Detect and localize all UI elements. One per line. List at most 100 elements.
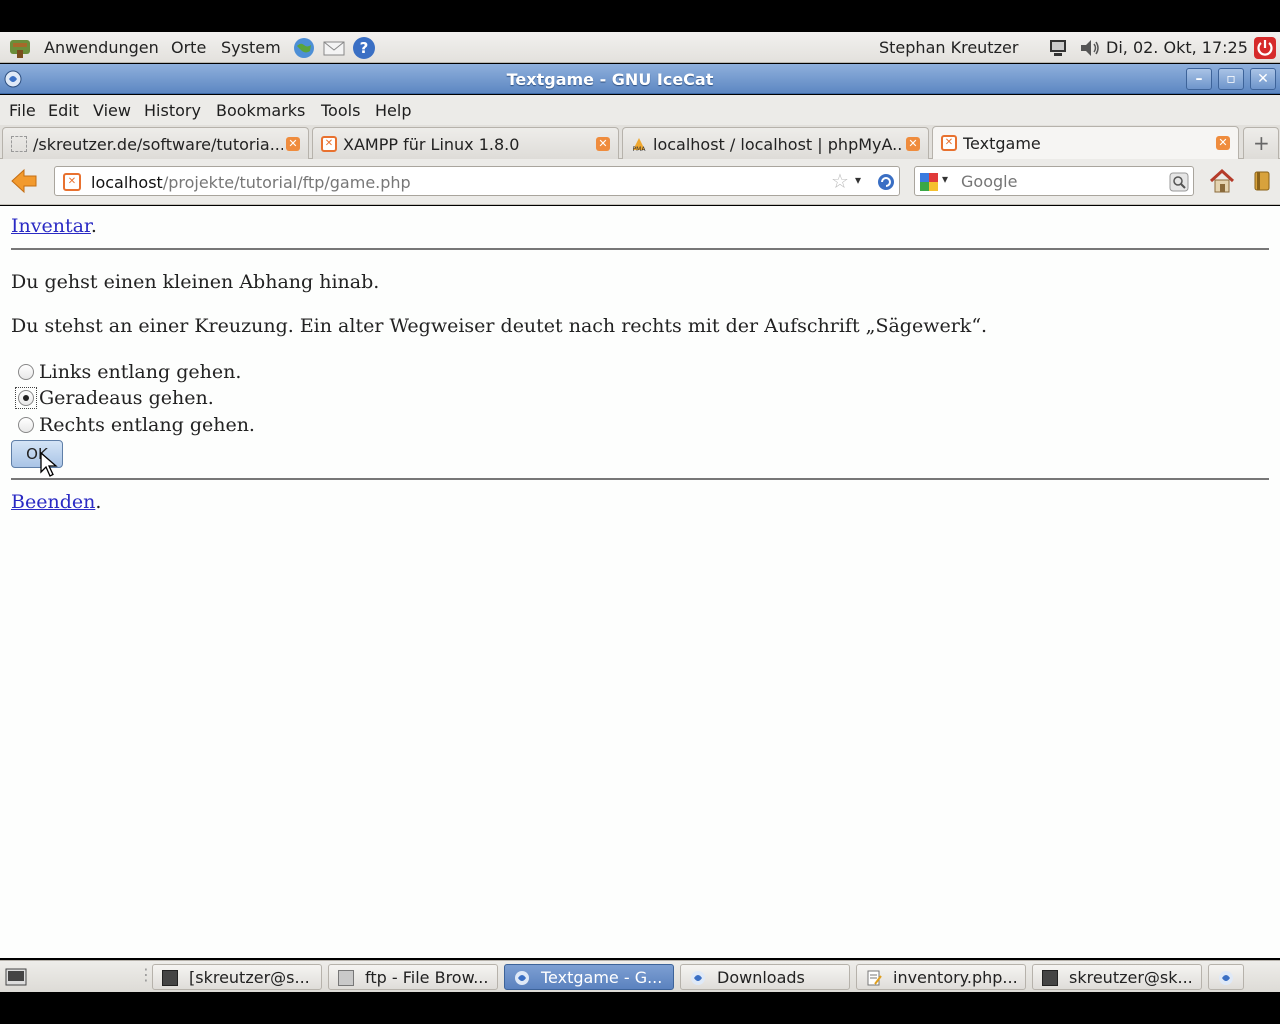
gnome-foot-icon[interactable]	[8, 36, 32, 60]
tab-close-icon[interactable]: ✕	[1216, 136, 1230, 150]
home-icon[interactable]	[1208, 168, 1236, 194]
inventory-link[interactable]: Inventar	[11, 215, 91, 237]
url-dropdown-icon[interactable]: ▾	[855, 173, 861, 187]
option-label-links[interactable]: Links entlang gehen.	[39, 361, 241, 383]
url-host: localhost	[91, 173, 163, 192]
task-downloads[interactable]: Downloads	[680, 964, 850, 990]
task-file-browser[interactable]: ftp - File Brow...	[328, 964, 498, 990]
site-identity-icon[interactable]: ✕	[63, 173, 81, 191]
engine-dropdown-icon[interactable]: ▾	[942, 172, 948, 186]
help-icon[interactable]: ?	[352, 36, 376, 60]
menu-system[interactable]: System	[221, 38, 281, 57]
terminal-icon	[1042, 970, 1058, 986]
quit-link[interactable]: Beenden	[11, 491, 95, 513]
tab-label: /skreutzer.de/software/tutoria...	[33, 135, 283, 154]
tab-skreutzer[interactable]: /skreutzer.de/software/tutoria... ✕	[2, 127, 309, 159]
mail-launcher-icon[interactable]	[322, 36, 346, 60]
task-label: ftp - File Brow...	[365, 968, 489, 987]
window-titlebar[interactable]: Textgame - GNU IceCat – ▫ ✕	[0, 64, 1280, 94]
search-bar[interactable]: ▾	[914, 166, 1194, 196]
menu-history[interactable]: History	[144, 101, 201, 120]
url-text[interactable]: localhost/projekte/tutorial/ftp/game.php	[91, 173, 411, 192]
narrative-text-2: Du stehst an einer Kreuzung. Ein alter W…	[11, 315, 988, 337]
tab-close-icon[interactable]: ✕	[596, 137, 610, 151]
task-label: Textgame - G...	[541, 968, 663, 987]
xampp-icon: ✕	[941, 135, 957, 151]
divider-bottom	[11, 478, 1269, 480]
task-icecat-extra[interactable]	[1208, 964, 1244, 990]
task-terminal-2[interactable]: skreutzer@sk...	[1032, 964, 1202, 990]
radio-links[interactable]	[18, 364, 34, 380]
url-path: /projekte/tutorial/ftp/game.php	[162, 173, 411, 192]
task-label: inventory.php...	[893, 968, 1018, 987]
xampp-icon: ✕	[321, 136, 337, 152]
task-label: [skreutzer@s...	[189, 968, 310, 987]
bookmark-star-icon[interactable]: ☆	[831, 169, 849, 193]
file-browser-icon	[338, 970, 354, 986]
menu-view[interactable]: View	[93, 101, 131, 120]
task-editor[interactable]: inventory.php...	[856, 964, 1026, 990]
tab-label: Textgame	[963, 134, 1041, 153]
volume-icon[interactable]	[1078, 36, 1102, 60]
reload-icon[interactable]	[877, 173, 895, 191]
show-desktop-icon[interactable]	[5, 968, 27, 986]
icecat-icon	[1219, 971, 1233, 985]
plus-icon: +	[1253, 131, 1270, 155]
navigation-toolbar: ✕ localhost/projekte/tutorial/ftp/game.p…	[0, 159, 1280, 205]
narrative-text-1: Du gehst einen kleinen Abhang hinab.	[11, 271, 380, 293]
bookmarks-sidebar-icon[interactable]	[1252, 170, 1272, 192]
menu-applications[interactable]: Anwendungen	[44, 38, 159, 57]
search-icon[interactable]	[1169, 172, 1189, 192]
menu-edit[interactable]: Edit	[48, 101, 79, 120]
menu-file[interactable]: File	[9, 101, 36, 120]
page-content: Inventar. Du gehst einen kleinen Abhang …	[0, 206, 1280, 958]
browser-launcher-icon[interactable]	[292, 36, 316, 60]
clock[interactable]: Di, 02. Okt, 17:25	[1106, 38, 1248, 57]
tab-bar: /skreutzer.de/software/tutoria... ✕ ✕ XA…	[0, 125, 1280, 160]
google-engine-icon[interactable]	[919, 172, 939, 192]
url-bar[interactable]: ✕ localhost/projekte/tutorial/ftp/game.p…	[54, 166, 900, 196]
menu-bookmarks[interactable]: Bookmarks	[216, 101, 305, 120]
mouse-cursor-icon	[40, 452, 58, 477]
divider-top	[11, 248, 1269, 250]
close-button[interactable]: ✕	[1250, 68, 1276, 90]
menu-tools[interactable]: Tools	[321, 101, 360, 120]
tab-close-icon[interactable]: ✕	[286, 137, 300, 151]
task-textgame[interactable]: Textgame - G...	[504, 964, 674, 990]
user-name[interactable]: Stephan Kreutzer	[879, 38, 1018, 57]
svg-text:?: ?	[360, 39, 369, 57]
icecat-icon	[691, 971, 705, 985]
phpmyadmin-icon: PMA	[633, 138, 646, 152]
maximize-button[interactable]: ▫	[1218, 68, 1244, 90]
option-label-rechts[interactable]: Rechts entlang gehen.	[39, 414, 255, 436]
task-terminal[interactable]: [skreutzer@s...	[152, 964, 322, 990]
task-label: skreutzer@sk...	[1069, 968, 1193, 987]
network-monitor-icon[interactable]	[1046, 36, 1070, 60]
radio-rechts[interactable]	[18, 417, 34, 433]
radio-geradeaus[interactable]	[18, 390, 34, 406]
tab-label: localhost / localhost | phpMyA...	[653, 135, 903, 154]
tab-xampp[interactable]: ✕ XAMPP für Linux 1.8.0 ✕	[312, 127, 619, 159]
inventory-line: Inventar.	[11, 215, 97, 237]
icecat-icon	[515, 971, 529, 985]
text-editor-icon	[867, 970, 882, 986]
window-title: Textgame - GNU IceCat	[506, 70, 714, 89]
bottom-taskbar: ⋮ [skreutzer@s... ftp - File Brow... Tex…	[0, 960, 1280, 992]
minimize-button[interactable]: –	[1186, 68, 1212, 90]
terminal-icon	[162, 970, 178, 986]
tab-label: XAMPP für Linux 1.8.0	[343, 135, 520, 154]
power-icon[interactable]	[1253, 36, 1277, 60]
tab-close-icon[interactable]: ✕	[906, 137, 920, 151]
menubar: File Edit View History Bookmarks Tools H…	[0, 95, 1280, 125]
option-label-geradeaus[interactable]: Geradeaus gehen.	[39, 387, 214, 409]
menu-places[interactable]: Orte	[171, 38, 206, 57]
menu-help[interactable]: Help	[375, 101, 411, 120]
new-tab-button[interactable]: +	[1243, 127, 1279, 159]
top-panel: Anwendungen Orte System ? Stephan Kreutz…	[0, 32, 1280, 63]
tab-phpmyadmin[interactable]: PMA localhost / localhost | phpMyA... ✕	[622, 127, 929, 159]
quit-line: Beenden.	[11, 491, 101, 513]
blank-page-icon	[11, 136, 27, 152]
tab-textgame[interactable]: ✕ Textgame ✕	[932, 126, 1239, 160]
search-input[interactable]	[961, 172, 1161, 191]
back-arrow-icon[interactable]	[10, 168, 38, 194]
